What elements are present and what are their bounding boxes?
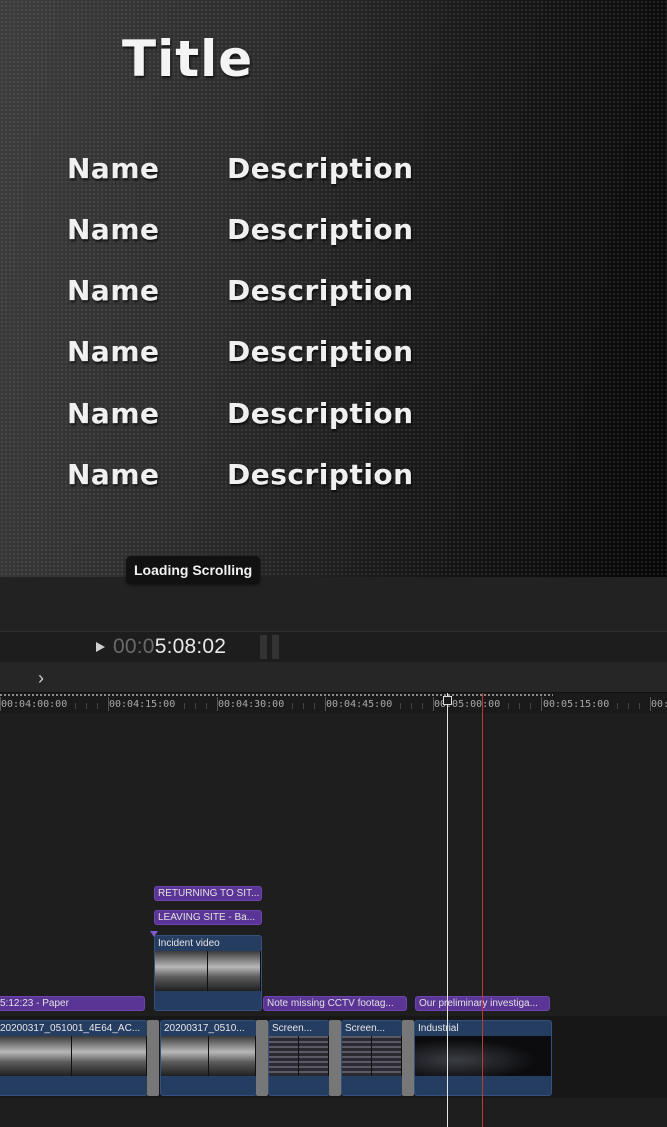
- credit-name: Name: [67, 458, 160, 491]
- title-clip-paper[interactable]: 5:12:23 - Paper: [0, 996, 145, 1011]
- credit-description: Description: [227, 152, 414, 185]
- clip-label: 20200317_051001_4E64_AC...: [0, 1023, 141, 1034]
- credit-description: Description: [227, 335, 414, 368]
- ruler-minor-tick: [97, 703, 98, 709]
- timecode-value: 5:08:02: [154, 635, 227, 658]
- thumbnail: [208, 1036, 256, 1076]
- range-indicator: [0, 694, 553, 696]
- thumbnail: [72, 1036, 147, 1076]
- ruler-minor-tick: [206, 703, 207, 709]
- clip-filmstrip: [342, 1036, 402, 1076]
- ruler-label: 00:04:00:00: [1, 699, 68, 710]
- ruler-minor-tick: [75, 703, 76, 709]
- ruler-tick: [541, 697, 542, 711]
- thumbnail: [415, 1036, 551, 1076]
- clip-label: Industrial: [418, 1023, 459, 1034]
- clip-label: Screen...: [345, 1023, 386, 1034]
- ruler-minor-tick: [617, 703, 618, 709]
- thumbnail: [299, 1036, 329, 1076]
- clip-filmstrip: [415, 1036, 551, 1076]
- transition-handle[interactable]: [256, 1020, 268, 1096]
- title-clip-returning[interactable]: RETURNING TO SIT...: [154, 886, 262, 901]
- clip-20200317-b[interactable]: 20200317_0510...: [160, 1020, 257, 1096]
- timecode-prefix: 00:0: [113, 635, 155, 658]
- ruler-minor-tick: [314, 703, 315, 709]
- thumbnail: [372, 1036, 402, 1076]
- ruler-minor-tick: [400, 703, 401, 709]
- credit-description: Description: [227, 274, 414, 307]
- chevron-right-icon[interactable]: ›: [38, 668, 44, 689]
- ruler-minor-tick: [184, 703, 185, 709]
- credit-name: Name: [67, 152, 160, 185]
- thumbnail: [342, 1036, 372, 1076]
- clip-filmstrip: [269, 1036, 329, 1076]
- loading-tooltip: Loading Scrolling: [126, 556, 261, 584]
- thumbnail: [155, 951, 208, 991]
- ruler-minor-tick: [530, 703, 531, 709]
- thumbnail: [0, 1036, 72, 1076]
- ruler-label: 00:05:: [651, 699, 667, 710]
- clip-20200317-a[interactable]: 20200317_051001_4E64_AC...: [0, 1020, 148, 1096]
- ruler-minor-tick: [86, 703, 87, 709]
- title-clip-cctv[interactable]: Note missing CCTV footag...: [263, 996, 407, 1011]
- thumbnail: [208, 951, 261, 991]
- clip-label: Incident video: [158, 938, 220, 949]
- clip-filmstrip: [161, 1036, 256, 1076]
- ruler-minor-tick: [195, 703, 196, 709]
- ruler-label: 00:04:30:00: [218, 699, 285, 710]
- audio-meter-left: [260, 635, 267, 659]
- playhead-handle[interactable]: [443, 696, 452, 705]
- ruler-minor-tick: [639, 703, 640, 709]
- audio-meter-right: [272, 635, 279, 659]
- ruler-minor-tick: [422, 703, 423, 709]
- ruler-label: 00:04:45:00: [326, 699, 393, 710]
- clip-label: Screen...: [272, 1023, 313, 1034]
- transition-handle[interactable]: [147, 1020, 159, 1096]
- timeline[interactable]: 00:04:00:00 00:04:15:00 00:04:30:00 00:0…: [0, 693, 667, 1127]
- credit-description: Description: [227, 397, 414, 430]
- credit-description: Description: [227, 458, 414, 491]
- skimmer-line: [482, 693, 483, 1127]
- credits-title: Title: [122, 30, 254, 88]
- timeline-ruler[interactable]: 00:04:00:00 00:04:15:00 00:04:30:00 00:0…: [0, 693, 667, 713]
- clip-filmstrip: [155, 951, 261, 991]
- ruler-minor-tick: [292, 703, 293, 709]
- timecode-display[interactable]: 00:05:08:02: [113, 635, 226, 659]
- transition-handle[interactable]: [402, 1020, 414, 1096]
- transition-handle[interactable]: [329, 1020, 341, 1096]
- ruler-label: 00:04:15:00: [109, 699, 176, 710]
- clip-incident-video[interactable]: Incident video: [154, 935, 262, 1011]
- credit-name: Name: [67, 397, 160, 430]
- clip-industrial[interactable]: Industrial: [414, 1020, 552, 1096]
- credit-name: Name: [67, 274, 160, 307]
- ruler-minor-tick: [628, 703, 629, 709]
- thumbnail: [269, 1036, 299, 1076]
- play-icon[interactable]: [96, 642, 105, 652]
- credit-name: Name: [67, 335, 160, 368]
- timecode-bar: 00:05:08:02: [0, 631, 667, 663]
- timeline-nav-bar: ›: [0, 662, 667, 693]
- thumbnail: [161, 1036, 209, 1076]
- ruler-minor-tick: [508, 703, 509, 709]
- ruler-minor-tick: [303, 703, 304, 709]
- title-clip-leaving[interactable]: LEAVING SITE - Ba...: [154, 910, 262, 925]
- playhead[interactable]: [447, 693, 448, 1127]
- clip-screen-1[interactable]: Screen...: [268, 1020, 330, 1096]
- ruler-minor-tick: [519, 703, 520, 709]
- credit-description: Description: [227, 213, 414, 246]
- ruler-minor-tick: [411, 703, 412, 709]
- viewer-canvas[interactable]: Title Name Description Name Description …: [0, 0, 667, 577]
- clip-screen-2[interactable]: Screen...: [341, 1020, 403, 1096]
- viewer-toolbar: [0, 577, 667, 631]
- ruler-label: 00:05:15:00: [543, 699, 610, 710]
- clip-filmstrip: [0, 1036, 147, 1076]
- clip-label: 20200317_0510...: [164, 1023, 245, 1034]
- credit-name: Name: [67, 213, 160, 246]
